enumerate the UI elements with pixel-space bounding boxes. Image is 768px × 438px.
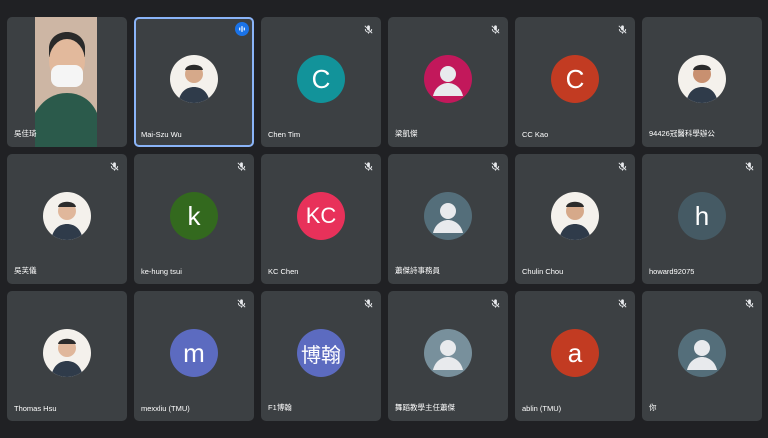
participant-tile[interactable]: Chulin Chou	[515, 154, 635, 284]
participant-tile[interactable]: KC KC Chen	[261, 154, 381, 284]
participant-tile[interactable]: 你	[642, 291, 762, 421]
participant-name: KC Chen	[268, 267, 299, 276]
participant-name: 吳芙儀	[14, 266, 37, 275]
participant-tile[interactable]: 梁凱傑	[388, 17, 508, 147]
default-avatar-icon	[678, 329, 726, 378]
participant-tile[interactable]: C Chen Tim	[261, 17, 381, 147]
mic-off-icon	[617, 161, 628, 172]
participant-name: ke-hung tsui	[141, 267, 182, 276]
mic-off-icon	[490, 161, 501, 172]
mic-off-icon	[617, 298, 628, 309]
participant-tile[interactable]: m mexxliu (TMU)	[134, 291, 254, 421]
mic-off-icon	[109, 161, 120, 172]
participant-name: F1博翰	[268, 403, 292, 412]
mic-off-icon	[617, 24, 628, 35]
participant-name: howard92075	[649, 267, 695, 276]
mic-off-icon	[236, 161, 247, 172]
participant-name: 你	[649, 403, 657, 412]
default-avatar-icon	[424, 55, 472, 104]
avatar-initial: C	[551, 55, 599, 104]
mic-off-icon	[363, 24, 374, 35]
participant-tile[interactable]: h howard92075	[642, 154, 762, 284]
mic-off-icon	[744, 161, 755, 172]
participant-name: 吳佳琦	[14, 129, 37, 138]
participant-tile[interactable]: 94426冠醫科學辦公	[642, 17, 762, 147]
participant-grid: 吳佳琦 Mai-Szu Wu C Chen Tim 梁凱傑 C CC Kao 94426冠醫科…	[7, 17, 762, 433]
avatar-photo	[170, 55, 218, 104]
participant-tile[interactable]: a ablin (TMU)	[515, 291, 635, 421]
participant-tile[interactable]: 吳佳琦	[7, 17, 127, 147]
avatar-initial: h	[678, 192, 726, 241]
avatar-photo	[43, 329, 91, 378]
participant-name: CC Kao	[522, 130, 549, 139]
participant-name: 94426冠醫科學辦公	[649, 129, 715, 138]
mic-off-icon	[363, 161, 374, 172]
participant-tile[interactable]: Mai-Szu Wu	[134, 17, 254, 147]
participant-name: 梁凱傑	[395, 129, 418, 138]
default-avatar-icon	[424, 192, 472, 241]
mic-off-icon	[490, 24, 501, 35]
mic-off-icon	[363, 298, 374, 309]
participant-name: Mai-Szu Wu	[141, 130, 182, 139]
default-avatar-icon	[424, 329, 472, 378]
participant-video	[35, 17, 97, 147]
participant-name: mexxliu (TMU)	[141, 404, 190, 413]
participant-name: ablin (TMU)	[522, 404, 562, 413]
participant-tile[interactable]: 博翰 F1博翰	[261, 291, 381, 421]
participant-name: 蕭傑詩事務員	[395, 266, 440, 275]
participant-tile[interactable]: 舞蹈教學主任蕭傑	[388, 291, 508, 421]
participant-name: Chulin Chou	[522, 267, 564, 276]
participant-tile[interactable]: Thomas Hsu	[7, 291, 127, 421]
avatar-initial: a	[551, 329, 599, 378]
participant-tile[interactable]: k ke-hung tsui	[134, 154, 254, 284]
participant-tile[interactable]: C CC Kao	[515, 17, 635, 147]
mic-off-icon	[236, 298, 247, 309]
participant-name: Chen Tim	[268, 130, 301, 139]
avatar-initial: k	[170, 192, 218, 241]
avatar-initial: m	[170, 329, 218, 378]
speaking-indicator-icon	[235, 22, 249, 36]
mic-off-icon	[490, 298, 501, 309]
avatar-initial: C	[297, 55, 345, 104]
avatar-initial: KC	[297, 192, 345, 241]
participant-tile[interactable]: 蕭傑詩事務員	[388, 154, 508, 284]
participant-tile[interactable]: 吳芙儀	[7, 154, 127, 284]
participant-name: Thomas Hsu	[14, 404, 57, 413]
avatar-initial: 博翰	[297, 329, 345, 378]
avatar-photo	[551, 192, 599, 241]
avatar-photo	[43, 192, 91, 241]
mic-off-icon	[744, 298, 755, 309]
avatar-photo	[678, 55, 726, 104]
participant-name: 舞蹈教學主任蕭傑	[395, 403, 455, 412]
